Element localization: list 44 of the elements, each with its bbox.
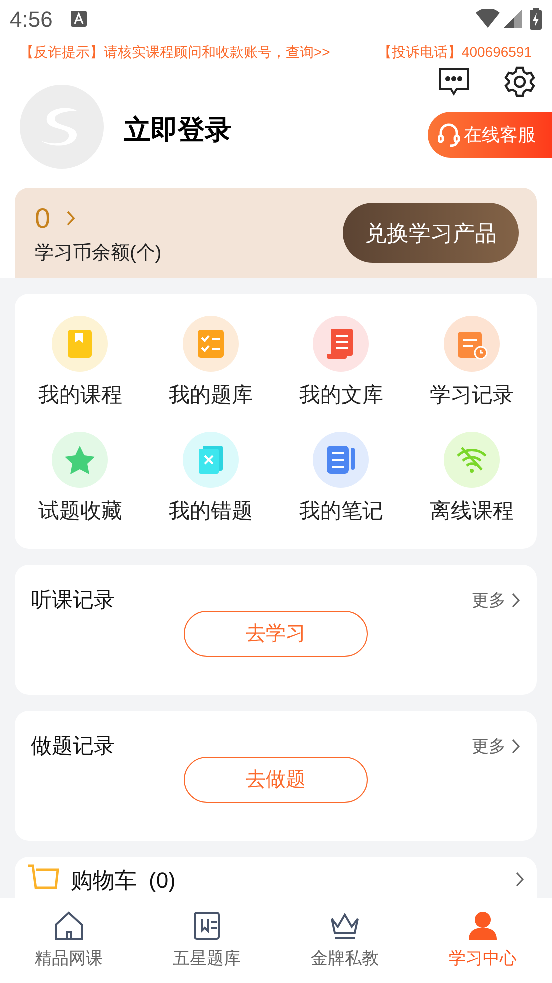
shortcut-label[interactable]: 我的错题 [168,496,253,527]
chevron-right-icon [516,872,525,887]
complaint-phone: 【投诉电话】400696591 [378,42,532,62]
chevron-right-icon[interactable] [66,211,76,226]
redeem-button[interactable]: 兑换学习产品 [343,203,519,263]
wifi-icon [476,9,500,29]
tab-bar-item[interactable]: 金牌私教 [276,898,414,983]
login-link[interactable]: 立即登录 [124,110,232,150]
more-link[interactable]: 更多 [472,588,506,614]
notebook-pen-icon [326,444,356,474]
coin-count: 0 [35,202,51,236]
tab-bar-item[interactable]: 五星题库 [138,898,276,983]
shortcut-label[interactable]: 学习记录 [430,380,514,412]
coin-balance-label: 学习币余额(个) [35,242,162,266]
tab-bar-item[interactable]: 精品网课 [0,898,138,983]
shortcut-label[interactable]: 我的笔记 [299,496,384,527]
shortcut-label[interactable]: 我的题库 [168,380,253,412]
status-time: 4:56 [10,6,53,34]
checklist-icon [196,329,225,359]
keyboard-icon [70,11,87,27]
star-icon [64,444,96,474]
cart-icon[interactable] [27,864,59,890]
shortcut-label[interactable]: 离线课程 [430,496,514,527]
cart-count: (0) [149,867,176,895]
signal-icon [504,10,522,28]
record-title: 做题记录 [31,734,115,760]
cart-label[interactable]: 购物车 [71,864,137,897]
message-icon[interactable] [438,66,470,98]
wrong-document-icon [198,444,224,474]
chevron-right-icon [512,739,521,754]
battery-icon [530,8,542,30]
headset-icon [438,123,460,147]
more-link[interactable]: 更多 [472,734,506,760]
chevron-right-icon [512,593,521,608]
wifi-off-icon [456,446,488,474]
notebook-icon [191,910,223,942]
shortcut-label[interactable]: 试题收藏 [38,496,122,527]
settings-icon[interactable] [504,66,536,98]
person-icon [467,910,499,942]
home-icon [53,910,85,942]
shortcut-label[interactable]: 我的文库 [299,380,384,412]
book-icon [67,329,94,359]
record-title: 听课记录 [31,588,115,614]
shortcut-label[interactable]: 我的课程 [38,380,122,412]
